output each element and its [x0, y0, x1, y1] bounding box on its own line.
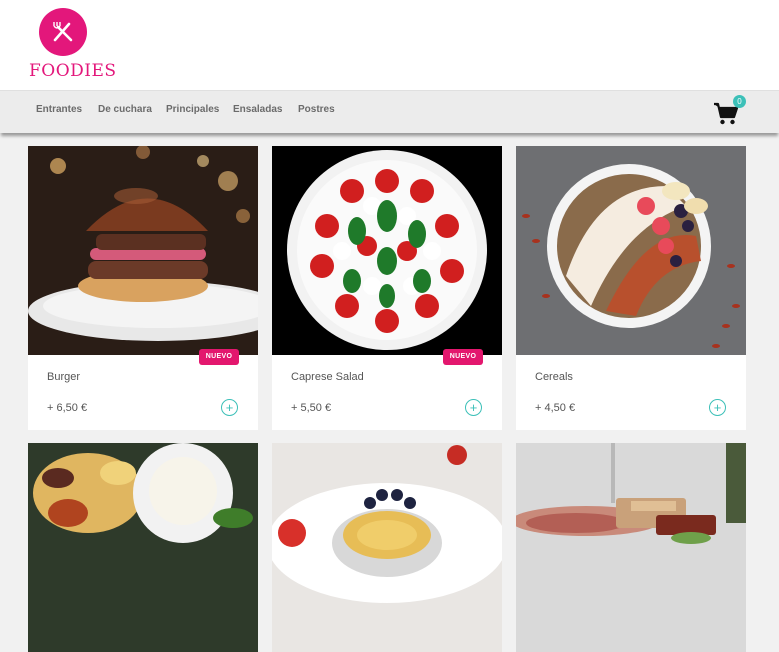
- add-to-cart-button[interactable]: +: [221, 399, 238, 416]
- new-badge: NUEVO: [443, 349, 483, 365]
- new-badge: NUEVO: [199, 349, 239, 365]
- product-name[interactable]: Burger: [47, 371, 80, 383]
- fork-knife-icon: [53, 22, 73, 42]
- site-header: FOODIES: [0, 0, 779, 90]
- product-card-4[interactable]: [28, 443, 258, 652]
- dip-platter-photo[interactable]: [28, 443, 258, 652]
- product-price: + 6,50 €: [47, 402, 88, 414]
- product-name[interactable]: Caprese Salad: [291, 371, 364, 383]
- burger-photo[interactable]: [28, 146, 258, 355]
- add-to-cart-button[interactable]: +: [465, 399, 482, 416]
- add-to-cart-button[interactable]: +: [709, 399, 726, 416]
- category-nav: Entrantes De cuchara Principales Ensalad…: [0, 90, 779, 133]
- nav-item-entrantes[interactable]: Entrantes: [36, 104, 82, 115]
- product-card-6[interactable]: [516, 443, 746, 652]
- nav-item-de-cuchara[interactable]: De cuchara: [98, 104, 152, 115]
- product-card-burger[interactable]: NUEVO Burger + 6,50 € +: [28, 146, 258, 430]
- logo[interactable]: [39, 8, 87, 56]
- product-price: + 4,50 €: [535, 402, 576, 414]
- nav-item-postres[interactable]: Postres: [298, 104, 335, 115]
- nav-item-ensaladas[interactable]: Ensaladas: [233, 104, 282, 115]
- brand-name[interactable]: FOODIES: [29, 61, 117, 81]
- nav-item-principales[interactable]: Principales: [166, 104, 219, 115]
- product-card-cereals[interactable]: Cereals + 4,50 € +: [516, 146, 746, 430]
- cart-count-badge: 0: [733, 95, 746, 108]
- cereal-bowl-photo[interactable]: [516, 146, 746, 355]
- product-card-caprese-salad[interactable]: NUEVO Caprese Salad + 5,50 € +: [272, 146, 502, 430]
- creme-brulee-photo[interactable]: [272, 443, 502, 652]
- product-card-5[interactable]: [272, 443, 502, 652]
- product-price: + 5,50 €: [291, 402, 332, 414]
- caprese-salad-photo[interactable]: [272, 146, 502, 355]
- charcuterie-photo[interactable]: [516, 443, 746, 652]
- product-name[interactable]: Cereals: [535, 371, 573, 383]
